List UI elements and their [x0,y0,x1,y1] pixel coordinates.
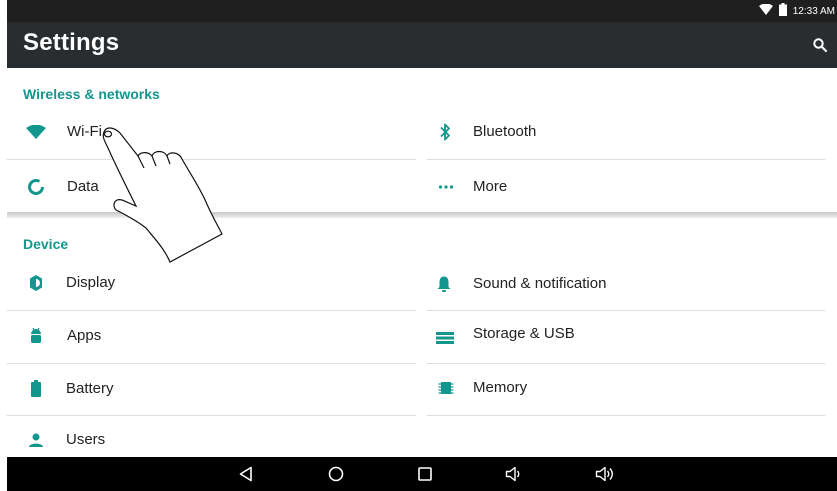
settings-screen: 12:33 AM Settings Wireless & networks Wi… [7,0,837,491]
section-title-wireless: Wireless & networks [23,86,160,102]
memory-icon [436,378,456,398]
settings-item-wifi[interactable]: Wi-Fi [7,106,417,158]
storage-icon [435,328,455,348]
settings-item-data-usage[interactable]: Data [7,161,417,213]
divider [427,415,825,416]
status-time: 12:33 AM [792,5,835,17]
home-icon [328,466,344,482]
settings-item-label: Storage & USB [473,325,575,342]
search-icon [813,38,827,52]
volume-up-icon [595,466,613,482]
status-bar: 12:33 AM [7,0,837,22]
bell-icon [434,274,454,294]
wifi-icon [758,3,773,18]
recents-icon [418,467,432,481]
volume-up-button[interactable] [594,464,616,484]
settings-item-label: Wi-Fi [67,123,102,140]
settings-item-label: More [473,178,508,195]
settings-item-battery[interactable]: Battery [7,363,417,415]
app-bar: Settings [7,22,837,68]
settings-item-label: Display [66,274,116,291]
settings-item-bluetooth[interactable]: Bluetooth [427,106,837,158]
settings-item-display[interactable]: Display [7,257,417,309]
settings-item-label: Memory [473,379,528,396]
volume-down-icon [505,466,520,482]
home-button[interactable] [325,464,347,484]
settings-item-label: Apps [67,327,102,344]
search-button[interactable] [809,34,831,56]
page-title: Settings [23,29,120,56]
settings-item-sound[interactable]: Sound & notification [427,258,837,310]
navigation-bar [7,457,837,491]
settings-item-label: Bluetooth [473,123,537,140]
volume-down-button[interactable] [503,464,525,484]
user-icon [26,430,46,450]
display-icon [26,273,46,293]
settings-item-memory[interactable]: Memory [427,362,837,414]
back-icon [239,466,252,482]
settings-item-label: Sound & notification [473,275,607,292]
battery-icon [778,3,787,19]
bluetooth-icon [435,122,455,142]
settings-item-apps[interactable]: Apps [7,310,417,362]
section-title-device: Device [23,236,69,252]
settings-item-label: Data [67,178,99,195]
section-separator [7,212,837,218]
settings-item-more[interactable]: More [427,161,837,213]
divider [427,159,825,160]
divider [7,159,416,160]
settings-item-label: Battery [66,380,114,397]
settings-item-storage[interactable]: Storage & USB [427,308,837,360]
back-button[interactable] [235,464,257,484]
more-icon [436,177,456,197]
wifi-icon [26,122,46,142]
data-usage-icon [26,177,46,197]
android-icon [26,326,46,346]
battery-icon [26,379,46,399]
recents-button[interactable] [414,464,436,484]
status-icons: 12:33 AM [758,0,837,22]
